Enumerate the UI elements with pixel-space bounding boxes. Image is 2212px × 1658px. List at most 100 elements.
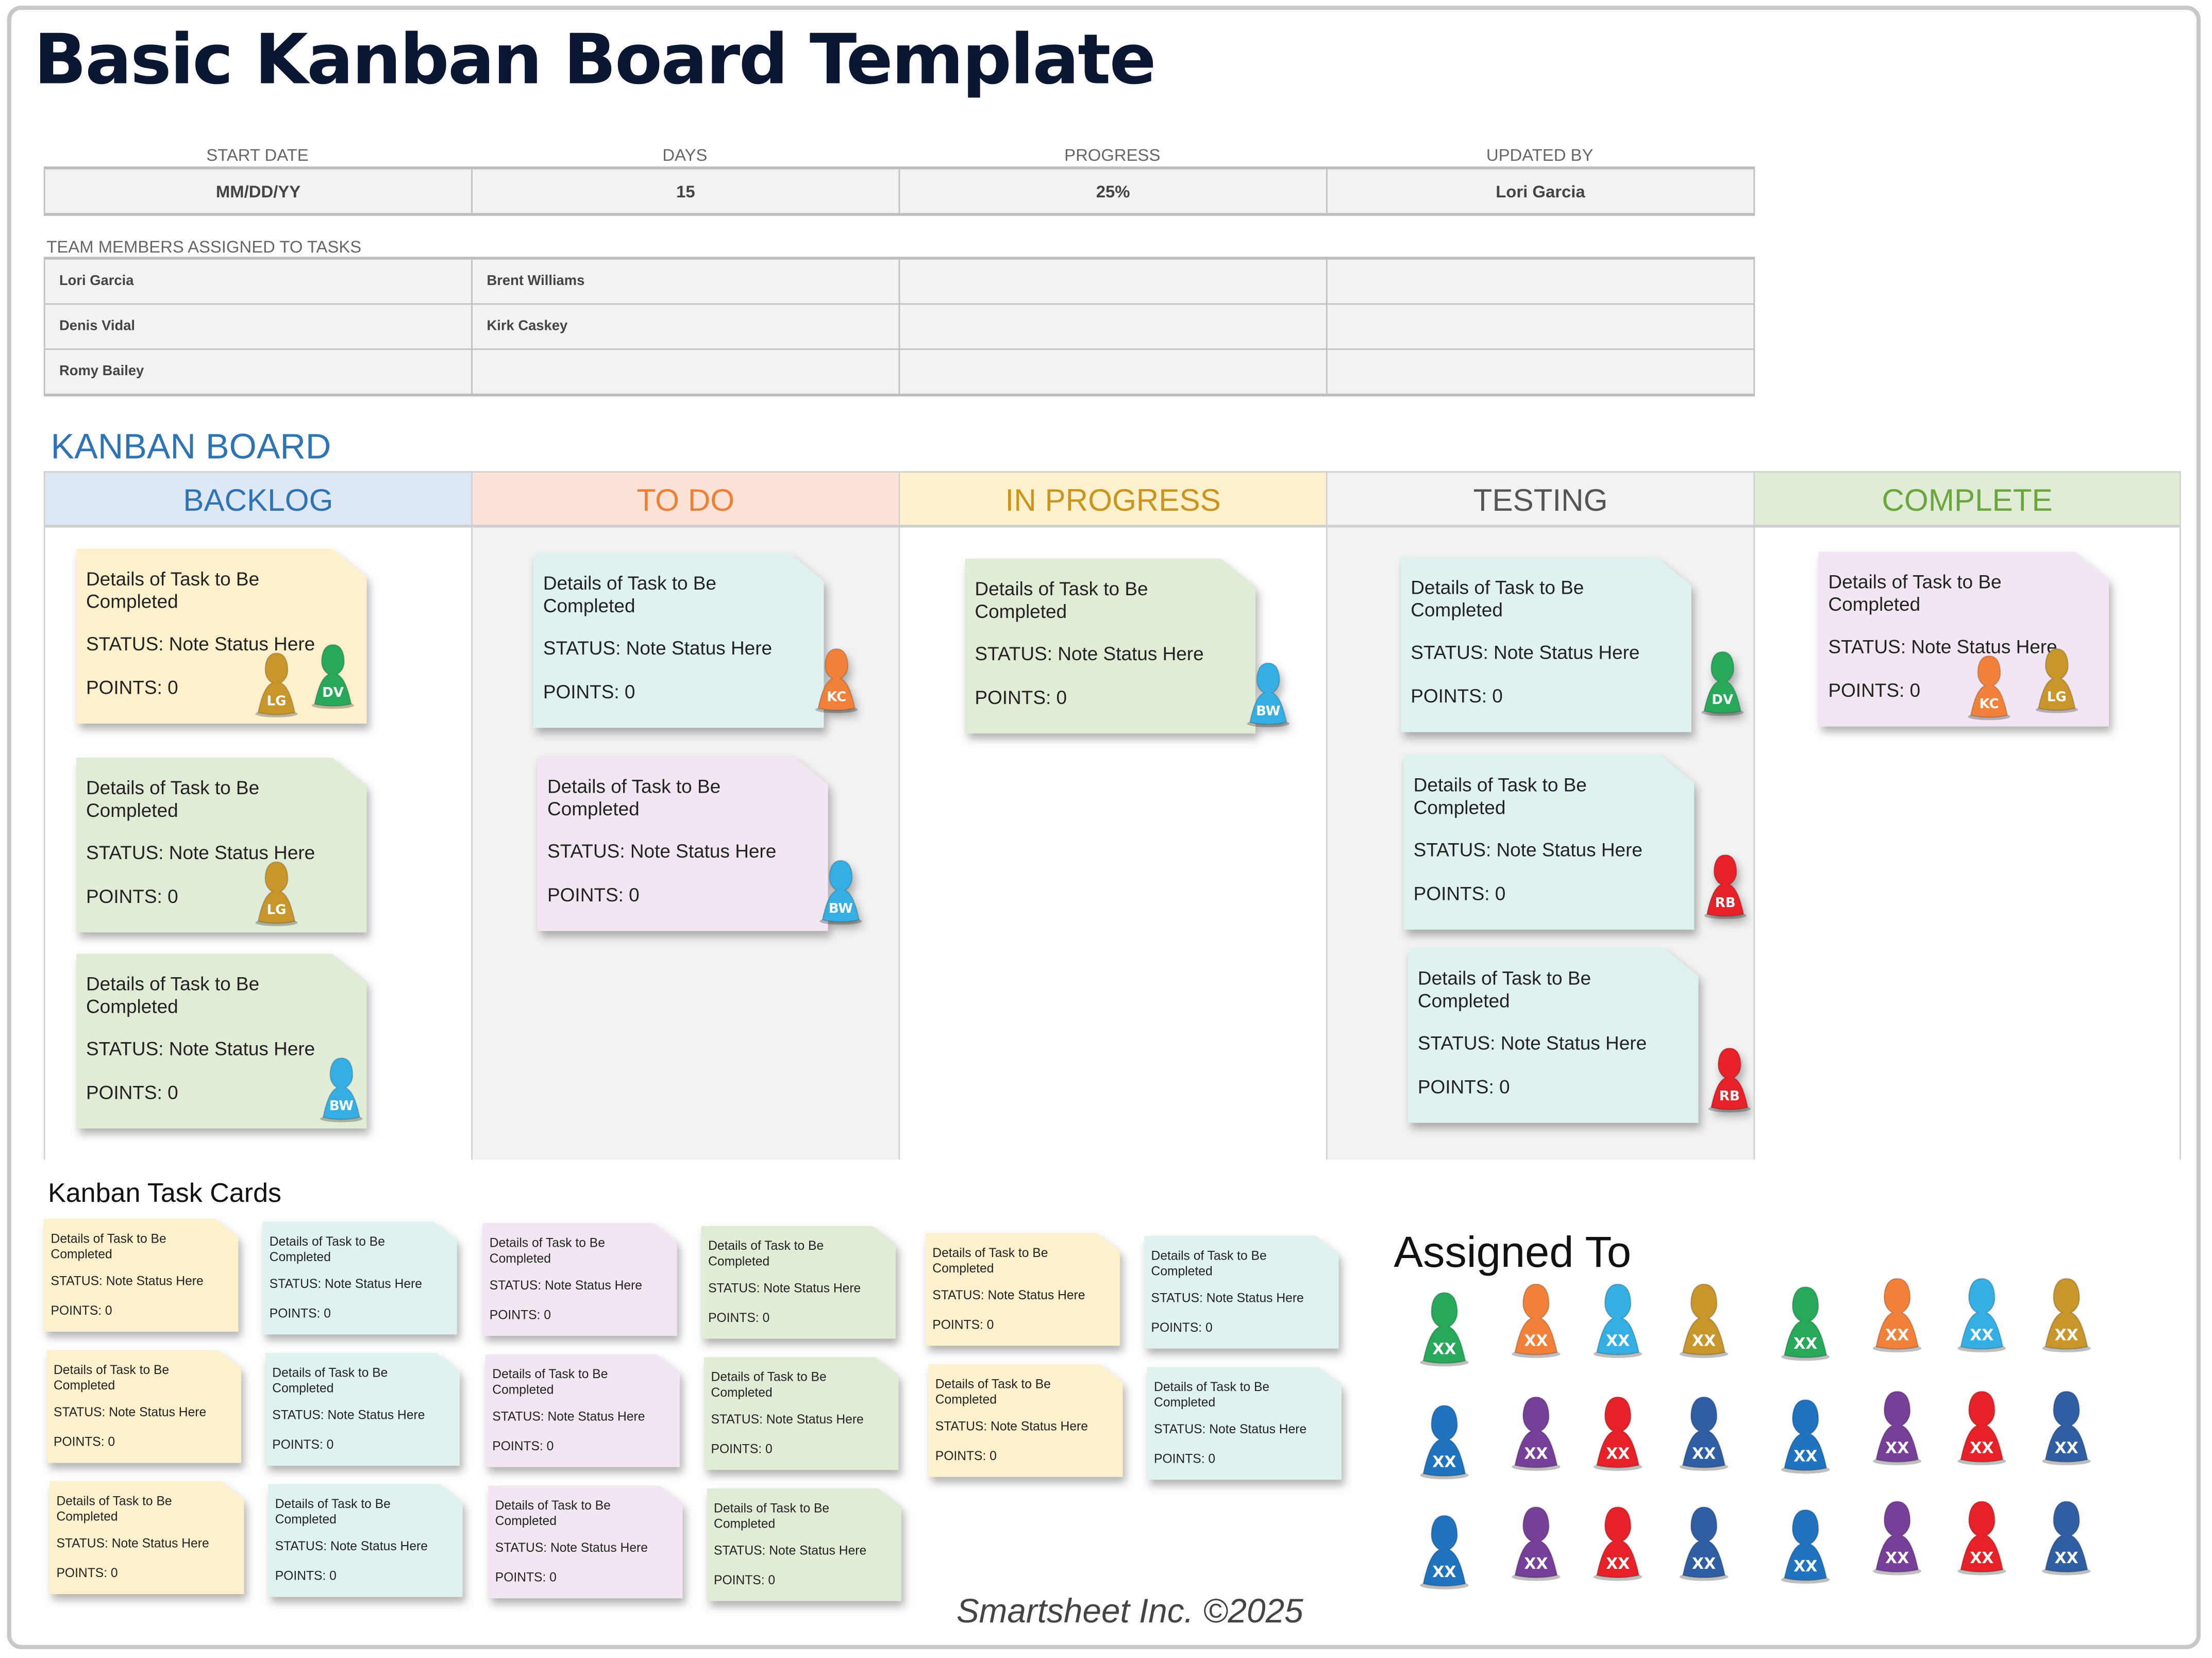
task-details[interactable]: Details of Task to Be Completed — [86, 974, 298, 1017]
task-points[interactable]: POINTS: 0 — [492, 1439, 554, 1453]
template-task-card[interactable]: Details of Task to Be Completed STATUS: N… — [46, 1350, 242, 1463]
team-member-cell[interactable] — [1326, 348, 1755, 396]
assignee-pawn-icon[interactable]: KC — [1962, 653, 2016, 721]
team-member-cell[interactable]: Lori Garcia — [43, 257, 473, 305]
task-card[interactable]: Details of Task to Be Completed STATUS: N… — [1403, 755, 1747, 930]
team-member-cell[interactable]: Denis Vidal — [43, 303, 473, 350]
assignee-pawn-icon[interactable]: XX — [1414, 1512, 1476, 1590]
task-details[interactable]: Details of Task to Be Completed — [935, 1377, 1091, 1406]
task-status[interactable]: STATUS: Note Status Here — [932, 1288, 1085, 1302]
task-points[interactable]: POINTS: 0 — [86, 677, 178, 698]
task-points[interactable]: POINTS: 0 — [495, 1570, 557, 1584]
assignee-pawn-icon[interactable]: XX — [1414, 1402, 1476, 1480]
progress-cell[interactable]: 25% — [898, 167, 1328, 215]
assignee-pawn-icon[interactable]: XX — [1866, 1498, 1928, 1576]
assignee-pawn-icon[interactable]: XX — [1951, 1498, 2013, 1576]
days-cell[interactable]: 15 — [471, 167, 900, 215]
team-member-cell[interactable] — [898, 303, 1328, 350]
task-card[interactable]: Details of Task to Be Completed STATUS: N… — [1407, 948, 1751, 1123]
task-card[interactable]: Details of Task to Be Completed STATUS: N… — [1401, 557, 1744, 732]
task-status[interactable]: STATUS: Note Status Here — [270, 1277, 422, 1291]
template-task-card[interactable]: Details of Task to Be Completed STATUS: N… — [707, 1488, 902, 1601]
task-status[interactable]: STATUS: Note Status Here — [1154, 1422, 1306, 1436]
team-member-cell[interactable]: Romy Bailey — [43, 348, 473, 396]
task-points[interactable]: POINTS: 0 — [86, 1082, 178, 1103]
task-status[interactable]: STATUS: Note Status Here — [1414, 840, 1643, 861]
task-details[interactable]: Details of Task to Be Completed — [275, 1497, 430, 1526]
task-status[interactable]: STATUS: Note Status Here — [86, 1039, 315, 1060]
task-points[interactable]: POINTS: 0 — [54, 1435, 115, 1449]
task-details[interactable]: Details of Task to Be Completed — [1418, 968, 1630, 1012]
assignee-pawn-icon[interactable]: XX — [1774, 1397, 1836, 1475]
task-details[interactable]: Details of Task to Be Completed — [714, 1501, 869, 1530]
template-task-card[interactable]: Details of Task to Be Completed STATUS: N… — [1147, 1367, 1342, 1480]
task-details[interactable]: Details of Task to Be Completed — [932, 1246, 1087, 1275]
task-points[interactable]: POINTS: 0 — [935, 1449, 997, 1463]
assignee-pawn-icon[interactable]: XX — [1774, 1506, 1836, 1584]
task-card[interactable]: Details of Task to Be Completed STATUS: N… — [533, 552, 858, 728]
task-status[interactable]: STATUS: Note Status Here — [272, 1408, 425, 1422]
assignee-pawn-icon[interactable]: BW — [314, 1055, 368, 1123]
task-points[interactable]: POINTS: 0 — [711, 1442, 773, 1455]
task-details[interactable]: Details of Task to Be Completed — [708, 1238, 863, 1268]
task-details[interactable]: Details of Task to Be Completed — [272, 1366, 427, 1395]
task-status[interactable]: STATUS: Note Status Here — [711, 1412, 864, 1426]
task-points[interactable]: POINTS: 0 — [975, 687, 1067, 708]
assignee-pawn-icon[interactable]: LG — [2030, 646, 2084, 714]
assignee-pawn-icon[interactable]: XX — [1673, 1281, 1735, 1359]
team-member-cell[interactable]: Kirk Caskey — [471, 303, 900, 350]
task-details[interactable]: Details of Task to Be Completed — [51, 1232, 206, 1261]
task-card[interactable]: Details of Task to Be Completed STATUS: N… — [1818, 551, 2109, 727]
task-status[interactable]: STATUS: Note Status Here — [492, 1409, 645, 1423]
task-details[interactable]: Details of Task to Be Completed — [270, 1234, 425, 1264]
task-details[interactable]: Details of Task to Be Completed — [711, 1370, 866, 1399]
task-status[interactable]: STATUS: Note Status Here — [490, 1278, 642, 1292]
task-details[interactable]: Details of Task to Be Completed — [495, 1498, 650, 1528]
assignee-pawn-icon[interactable]: XX — [1505, 1281, 1567, 1359]
template-task-card[interactable]: Details of Task to Be Completed STATUS: N… — [701, 1226, 896, 1339]
task-details[interactable]: Details of Task to Be Completed — [1154, 1380, 1309, 1409]
task-details[interactable]: Details of Task to Be Completed — [547, 776, 759, 819]
assignee-pawn-icon[interactable]: XX — [2036, 1275, 2098, 1353]
assignee-pawn-icon[interactable]: XX — [1951, 1275, 2013, 1353]
assignee-pawn-icon[interactable]: XX — [1587, 1281, 1649, 1359]
template-task-card[interactable]: Details of Task to Be Completed STATUS: N… — [49, 1481, 244, 1595]
assignee-pawn-icon[interactable]: DV — [306, 642, 360, 709]
template-task-card[interactable]: Details of Task to Be Completed STATUS: N… — [485, 1354, 680, 1467]
task-points[interactable]: POINTS: 0 — [708, 1311, 769, 1325]
assignee-pawn-icon[interactable]: XX — [1951, 1388, 2013, 1466]
task-card[interactable]: Details of Task to Be Completed STATUS: N… — [76, 548, 367, 724]
template-task-card[interactable]: Details of Task to Be Completed STATUS: N… — [268, 1484, 463, 1597]
template-task-card[interactable]: Details of Task to Be Completed STATUS: N… — [482, 1223, 677, 1336]
task-status[interactable]: STATUS: Note Status Here — [708, 1281, 861, 1295]
task-details[interactable]: Details of Task to Be Completed — [86, 568, 298, 612]
task-points[interactable]: POINTS: 0 — [1151, 1320, 1213, 1334]
assignee-pawn-icon[interactable]: XX — [1587, 1504, 1649, 1582]
task-points[interactable]: POINTS: 0 — [56, 1566, 118, 1580]
team-member-cell[interactable] — [1326, 257, 1755, 305]
assignee-pawn-icon[interactable]: XX — [1414, 1289, 1476, 1367]
task-points[interactable]: POINTS: 0 — [932, 1318, 994, 1332]
task-points[interactable]: POINTS: 0 — [51, 1303, 112, 1317]
task-points[interactable]: POINTS: 0 — [1418, 1076, 1510, 1097]
assignee-pawn-icon[interactable]: RB — [1703, 1045, 1756, 1113]
task-status[interactable]: STATUS: Note Status Here — [56, 1536, 209, 1550]
template-task-card[interactable]: Details of Task to Be Completed STATUS: N… — [262, 1221, 457, 1335]
assignee-pawn-icon[interactable]: XX — [1866, 1275, 1928, 1353]
assignee-pawn-icon[interactable]: XX — [1673, 1504, 1735, 1582]
assignee-pawn-icon[interactable]: XX — [2036, 1498, 2098, 1576]
template-task-card[interactable]: Details of Task to Be Completed STATUS: N… — [925, 1233, 1120, 1346]
task-status[interactable]: STATUS: Note Status Here — [1418, 1033, 1647, 1054]
task-status[interactable]: STATUS: Note Status Here — [714, 1543, 866, 1557]
start-date-cell[interactable]: MM/DD/YY — [43, 167, 473, 215]
assignee-pawn-icon[interactable]: BW — [814, 858, 867, 925]
template-task-card[interactable]: Details of Task to Be Completed STATUS: N… — [928, 1364, 1123, 1477]
task-details[interactable]: Details of Task to Be Completed — [56, 1494, 211, 1523]
task-status[interactable]: STATUS: Note Status Here — [1828, 636, 2057, 657]
task-status[interactable]: STATUS: Note Status Here — [975, 643, 1203, 664]
task-details[interactable]: Details of Task to Be Completed — [1411, 577, 1622, 621]
assignee-pawn-icon[interactable]: XX — [1505, 1504, 1567, 1582]
assignee-pawn-icon[interactable]: XX — [2036, 1388, 2098, 1466]
team-member-cell[interactable]: Brent Williams — [471, 257, 900, 305]
task-points[interactable]: POINTS: 0 — [1154, 1452, 1215, 1466]
